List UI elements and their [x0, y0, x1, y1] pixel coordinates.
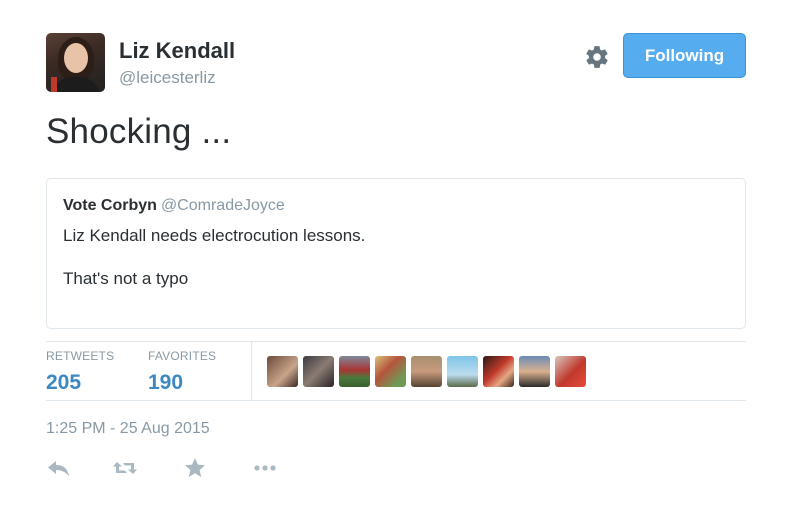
tweet-timestamp[interactable]: 1:25 PM - 25 Aug 2015 — [46, 420, 210, 438]
favoriter-avatar[interactable] — [411, 356, 442, 387]
quoted-author-handle[interactable]: @ComradeJoyce — [161, 197, 285, 214]
favorites-stat[interactable]: FAVORITES 190 — [148, 349, 216, 395]
favoriter-avatar[interactable] — [375, 356, 406, 387]
author-handle[interactable]: @leicesterliz — [119, 68, 216, 88]
favoriter-avatar[interactable] — [339, 356, 370, 387]
following-button[interactable]: Following — [623, 33, 746, 78]
retweet-icon[interactable] — [112, 456, 138, 480]
favoriter-avatar[interactable] — [267, 356, 298, 387]
favoriter-avatar[interactable] — [555, 356, 586, 387]
favoriter-avatar[interactable] — [483, 356, 514, 387]
quoted-tweet-card[interactable]: Vote Corbyn @ComradeJoyce Liz Kendall nee… — [46, 178, 746, 329]
tweet-header: Liz Kendall @leicesterliz Following — [46, 33, 746, 93]
star-icon[interactable] — [182, 456, 208, 480]
gear-icon[interactable] — [584, 44, 610, 70]
author-name[interactable]: Liz Kendall — [119, 38, 235, 64]
favoriter-avatar[interactable] — [447, 356, 478, 387]
stats-divider — [251, 342, 252, 400]
favorites-label: FAVORITES — [148, 349, 217, 363]
quoted-author-name[interactable]: Vote Corbyn — [63, 197, 157, 214]
favoriter-avatar[interactable] — [519, 356, 550, 387]
retweets-label: RETWEETS — [46, 349, 115, 363]
favoriter-avatar[interactable] — [303, 356, 334, 387]
author-avatar[interactable] — [46, 33, 105, 92]
quoted-tweet-header: Vote Corbyn @ComradeJoyce — [63, 197, 285, 215]
tweet-text: Shocking ... — [46, 112, 232, 151]
quoted-tweet-text-line-1: Liz Kendall needs electrocution lessons. — [63, 226, 366, 245]
more-icon[interactable] — [252, 456, 278, 480]
favorites-count: 190 — [148, 371, 184, 394]
retweets-count: 205 — [46, 371, 82, 394]
retweets-stat[interactable]: RETWEETS 205 — [46, 349, 114, 395]
tweet-stats: RETWEETS 205 FAVORITES 190 — [46, 341, 746, 401]
reply-icon[interactable] — [46, 456, 72, 480]
quoted-tweet-text-line-2: That's not a typo — [63, 269, 189, 288]
